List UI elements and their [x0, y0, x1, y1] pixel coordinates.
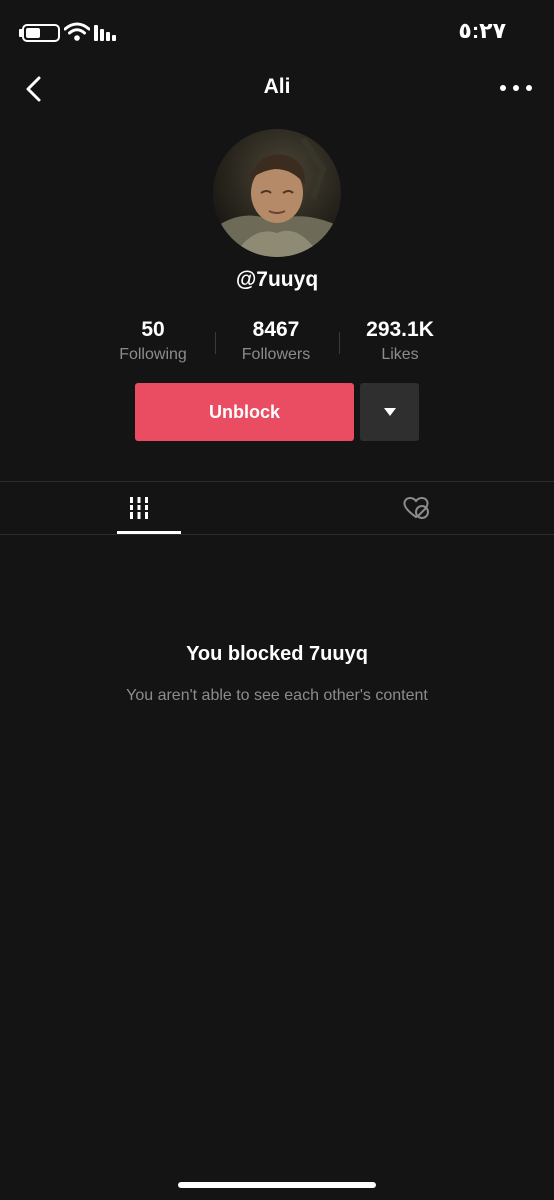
more-dot-icon: [526, 85, 532, 91]
unblock-button[interactable]: Unblock: [135, 383, 354, 441]
tab-videos[interactable]: [0, 482, 277, 534]
grid-videos-icon: [127, 497, 150, 519]
more-dot-icon: [500, 85, 506, 91]
avatar[interactable]: [213, 129, 341, 257]
stat-value: 50: [141, 318, 165, 341]
blocked-message-subtitle: You aren't able to see each other's cont…: [126, 687, 428, 704]
divider: [0, 534, 554, 535]
stat-value: 8467: [252, 318, 300, 341]
more-dot-icon: [513, 85, 519, 91]
liked-videos-hidden-icon: [402, 497, 429, 519]
status-bar: ٥:٢٧: [0, 0, 554, 64]
blocked-message-title: You blocked 7uuyq: [186, 643, 368, 665]
home-indicator[interactable]: [178, 1182, 376, 1188]
battery-icon: [22, 24, 60, 42]
tab-liked[interactable]: [277, 482, 554, 534]
wifi-icon: [63, 22, 91, 47]
stat-value: 293.1K: [366, 318, 434, 341]
caret-down-icon: [383, 408, 396, 416]
status-time: ٥:٢٧: [458, 18, 506, 43]
stat-label: Following: [119, 346, 187, 363]
suggested-accounts-dropdown-button[interactable]: [360, 383, 419, 441]
stat-label: Likes: [381, 346, 419, 363]
page-title: Ali: [263, 75, 291, 98]
stat-following[interactable]: 50 Following: [93, 318, 213, 364]
username: @7uuyq: [235, 268, 319, 291]
stat-likes: 293.1K Likes: [340, 318, 460, 364]
stat-label: Followers: [241, 346, 311, 363]
stat-followers[interactable]: 8467 Followers: [216, 318, 336, 364]
cellular-signal-icon: [94, 25, 120, 46]
more-options-button[interactable]: [500, 78, 532, 98]
